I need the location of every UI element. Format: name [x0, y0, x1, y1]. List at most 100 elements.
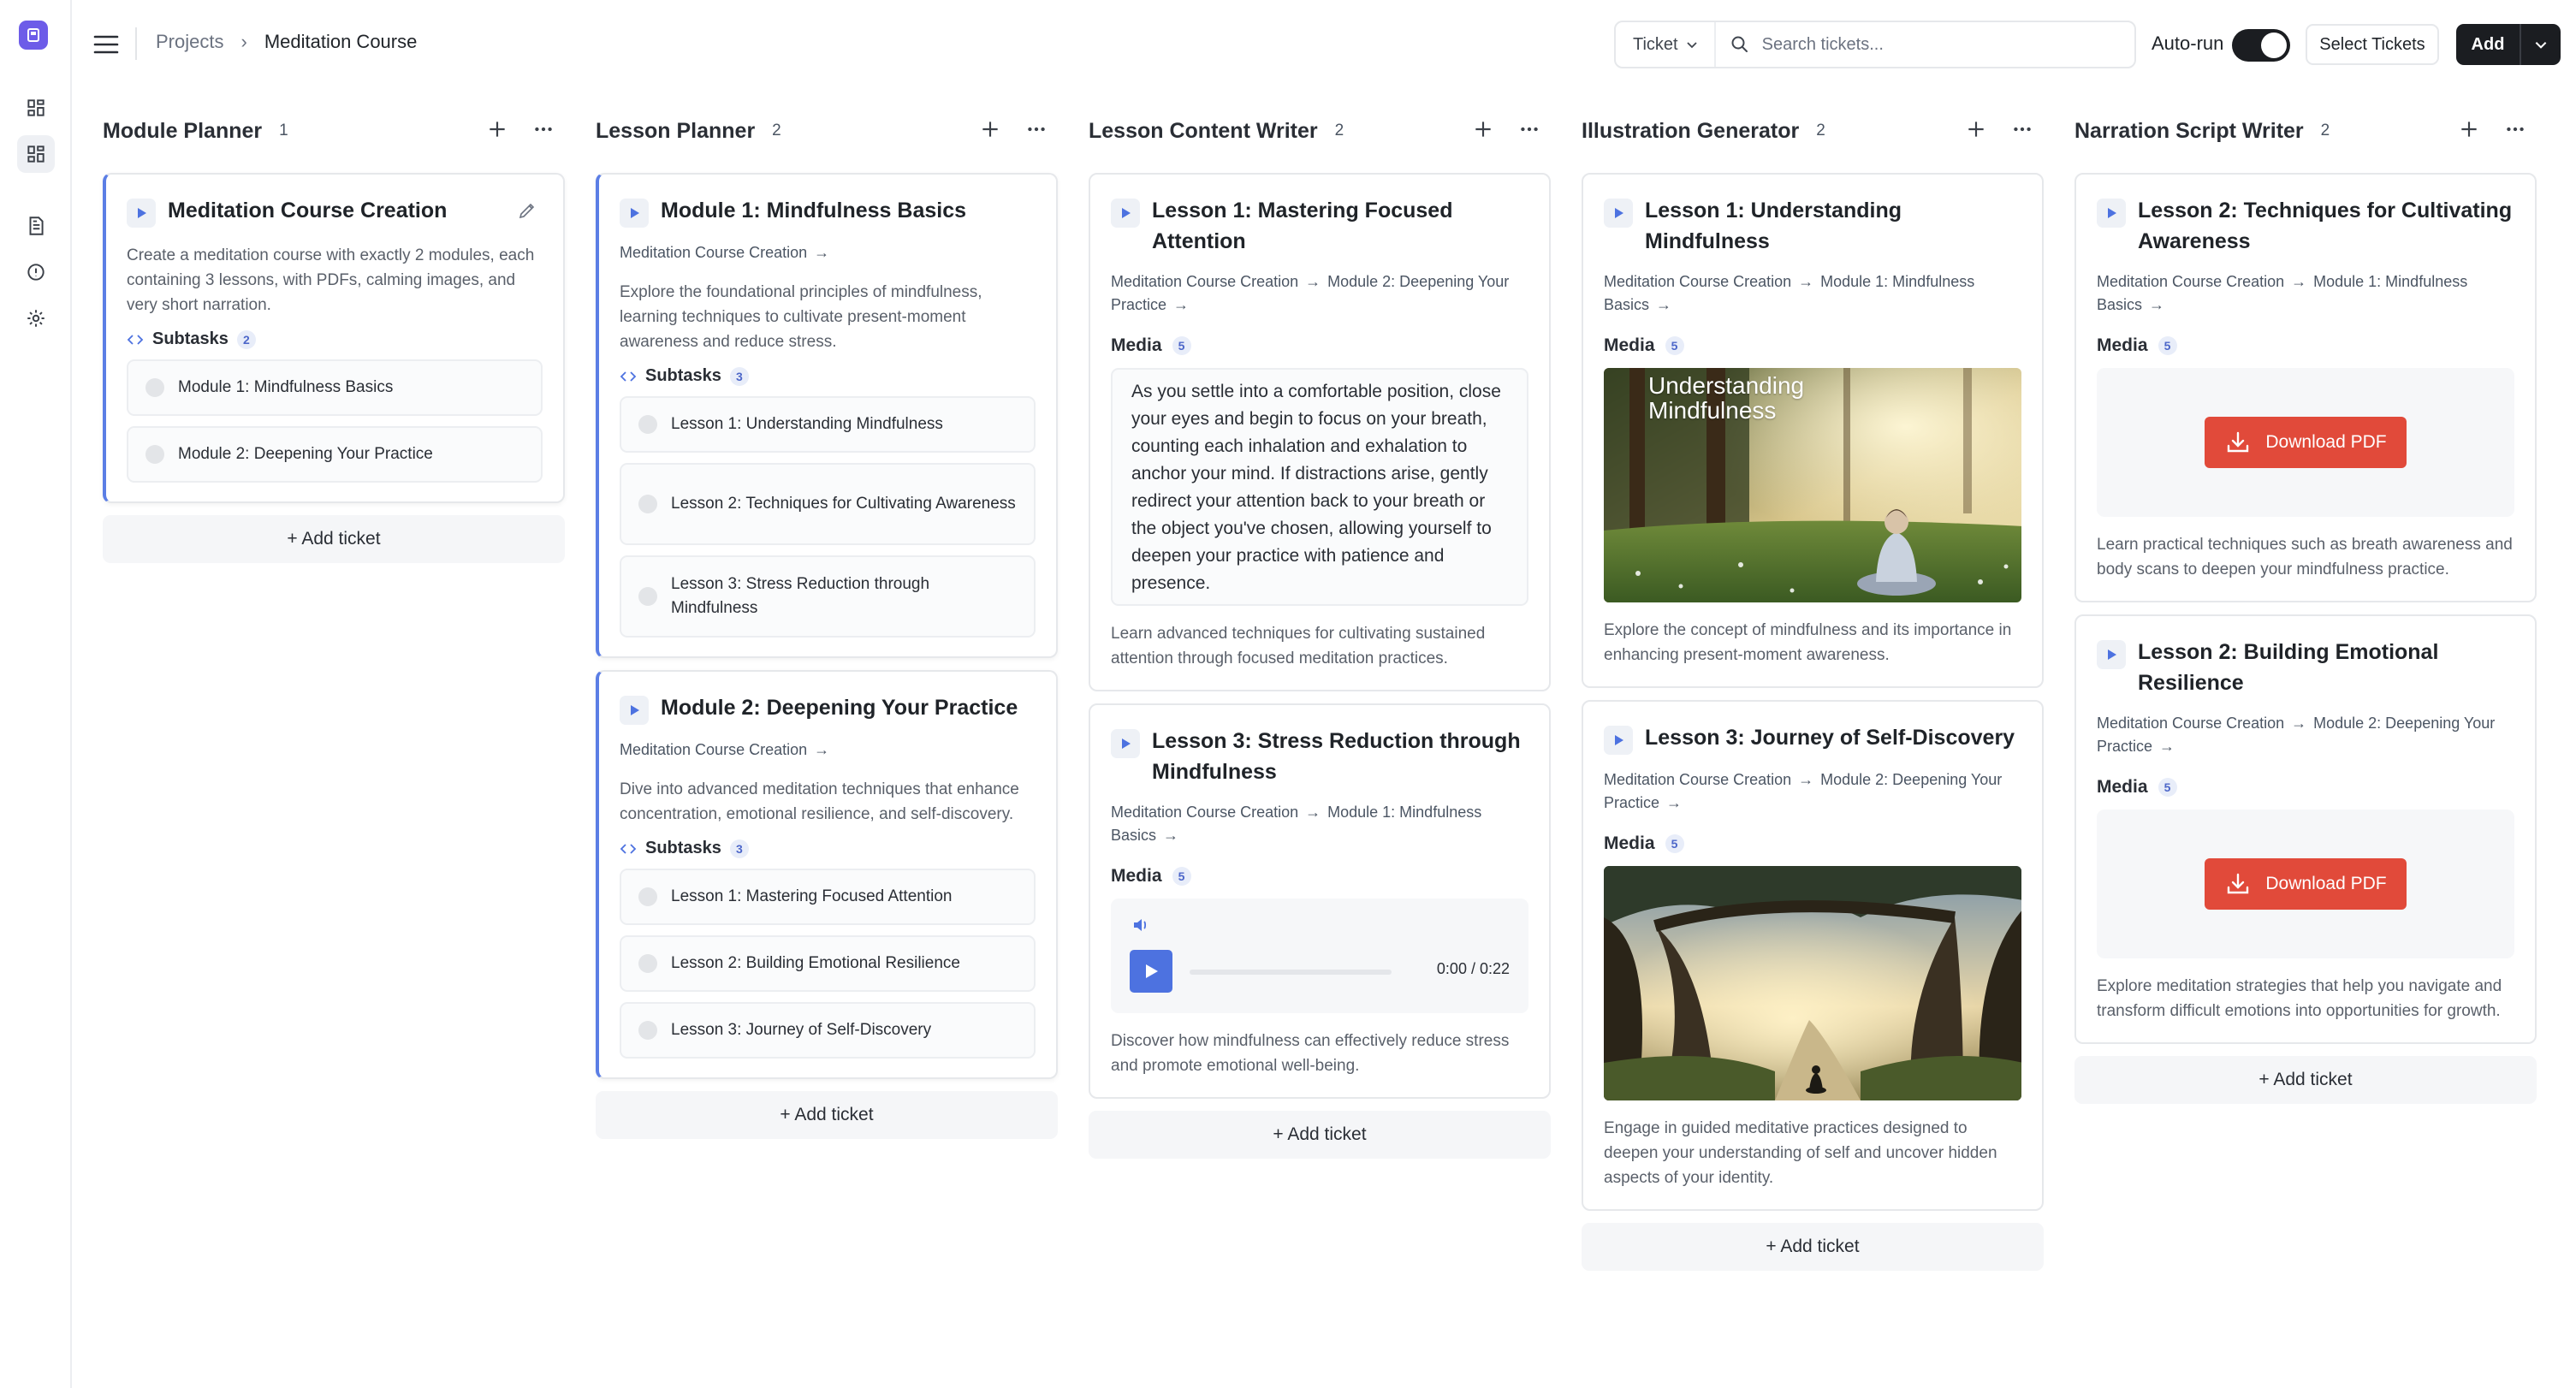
status-circle-icon	[638, 495, 657, 513]
lesson-text-content[interactable]: As you settle into a comfortable positio…	[1111, 368, 1528, 606]
path-segment[interactable]: Meditation Course Creation	[2097, 273, 2284, 290]
volume-icon[interactable]	[1131, 916, 1150, 934]
subtasks-header[interactable]: Subtasks 3	[620, 366, 1036, 386]
path-segment[interactable]: Meditation Course Creation	[620, 741, 807, 758]
ticket-card[interactable]: Lesson 1: Mastering Focused Attention Me…	[1089, 173, 1551, 691]
breadcrumb-projects[interactable]: Projects	[156, 31, 223, 53]
play-icon[interactable]	[2097, 640, 2126, 669]
media-label: Media	[2097, 777, 2148, 797]
card-title: Meditation Course Creation	[168, 199, 448, 222]
add-plus-icon[interactable]	[977, 116, 1003, 142]
generated-image-forest-path[interactable]	[1604, 866, 2021, 1100]
subtask-item[interactable]: Lesson 1: Understanding Mindfulness	[620, 396, 1036, 453]
arrow-right-icon: →	[1305, 273, 1321, 290]
ticket-card[interactable]: Module 1: Mindfulness Basics Meditation …	[596, 173, 1058, 658]
subtask-item[interactable]: Lesson 1: Mastering Focused Attention	[620, 869, 1036, 925]
autorun-toggle[interactable]	[2232, 29, 2290, 62]
ticket-type-select[interactable]: Ticket	[1616, 22, 1716, 67]
status-circle-icon	[638, 1021, 657, 1040]
subtask-item[interactable]: Lesson 3: Journey of Self-Discovery	[620, 1002, 1036, 1059]
generated-image-meadow[interactable]: Understanding Mindfulness	[1604, 368, 2021, 602]
ticket-card[interactable]: Lesson 3: Stress Reduction through Mindf…	[1089, 703, 1551, 1099]
path-segment[interactable]: Meditation Course Creation	[620, 244, 807, 261]
subtask-item[interactable]: Lesson 2: Building Emotional Resilience	[620, 935, 1036, 992]
add-ticket-button[interactable]: + Add ticket	[103, 515, 565, 563]
subtasks-header[interactable]: Subtasks 3	[620, 839, 1036, 858]
app-logo-icon[interactable]	[19, 21, 48, 50]
select-tickets-button[interactable]: Select Tickets	[2306, 24, 2439, 65]
arrow-right-icon: →	[1173, 296, 1190, 313]
more-options-icon[interactable]	[2502, 116, 2528, 142]
add-button[interactable]: Add	[2456, 24, 2521, 65]
play-icon[interactable]	[620, 696, 649, 725]
card-path: Meditation Course Creation →	[620, 738, 1036, 762]
arrow-right-icon: →	[2291, 273, 2307, 290]
more-options-icon[interactable]	[1517, 116, 1542, 142]
document-nav-icon[interactable]	[17, 207, 55, 245]
board-nav-icon[interactable]	[17, 135, 55, 173]
pencil-edit-icon[interactable]	[517, 200, 539, 222]
arrow-right-icon: →	[1656, 296, 1672, 313]
pdf-preview: Download PDF	[2097, 368, 2514, 517]
subtasks-header[interactable]: Subtasks 2	[127, 329, 543, 349]
search-input[interactable]	[1761, 34, 2087, 55]
play-icon[interactable]	[1604, 726, 1633, 755]
audio-player: 0:00 / 0:22	[1111, 899, 1528, 1013]
ticket-card[interactable]: Lesson 3: Journey of Self-Discovery Medi…	[1582, 700, 2044, 1211]
code-brackets-icon	[620, 843, 637, 854]
media-label: Media	[1604, 335, 1655, 355]
dashboard-nav-icon[interactable]	[17, 89, 55, 127]
add-ticket-button[interactable]: + Add ticket	[596, 1091, 1058, 1139]
column-count: 1	[279, 122, 288, 139]
card-path: Meditation Course Creation → Module 2: Dee…	[1604, 768, 2021, 815]
info-nav-icon[interactable]	[17, 253, 55, 291]
play-icon[interactable]	[620, 199, 649, 228]
subtask-label: Lesson 3: Journey of Self-Discovery	[671, 1021, 932, 1039]
search-area	[1716, 34, 2134, 55]
card-title: Lesson 2: Building Emotional Resilience	[2138, 640, 2439, 695]
subtask-item[interactable]: Module 1: Mindfulness Basics	[127, 359, 543, 416]
path-segment[interactable]: Meditation Course Creation	[1604, 273, 1791, 290]
add-plus-icon[interactable]	[1963, 116, 1989, 142]
path-segment[interactable]: Meditation Course Creation	[1111, 804, 1298, 821]
hamburger-menu-icon[interactable]	[89, 27, 123, 62]
card-title: Lesson 1: Mastering Focused Attention	[1152, 199, 1453, 253]
add-plus-icon[interactable]	[2456, 116, 2482, 142]
more-options-icon[interactable]	[1024, 116, 1049, 142]
media-header: Media 5	[2097, 777, 2514, 798]
download-pdf-button[interactable]: Download PDF	[2205, 858, 2407, 910]
subtask-item[interactable]: Lesson 2: Techniques for Cultivating Awa…	[620, 463, 1036, 545]
play-icon[interactable]	[2097, 199, 2126, 228]
add-dropdown-chevron-icon[interactable]	[2521, 24, 2561, 65]
ticket-card[interactable]: Module 2: Deepening Your Practice Medita…	[596, 670, 1058, 1079]
settings-gear-icon[interactable]	[17, 300, 55, 337]
download-pdf-button[interactable]: Download PDF	[2205, 417, 2407, 468]
ticket-card[interactable]: Meditation Course Creation Create a medi…	[103, 173, 565, 503]
play-icon[interactable]	[1111, 729, 1140, 758]
path-segment[interactable]: Meditation Course Creation	[1111, 273, 1298, 290]
more-options-icon[interactable]	[2009, 116, 2035, 142]
more-options-icon[interactable]	[531, 116, 556, 142]
status-circle-icon	[638, 887, 657, 906]
ticket-card[interactable]: Lesson 2: Techniques for Cultivating Awa…	[2074, 173, 2537, 602]
subtask-item[interactable]: Lesson 3: Stress Reduction through Mindf…	[620, 555, 1036, 638]
path-segment[interactable]: Meditation Course Creation	[1604, 771, 1791, 788]
add-plus-icon[interactable]	[1470, 116, 1496, 142]
add-ticket-button[interactable]: + Add ticket	[1582, 1223, 2044, 1271]
add-ticket-button[interactable]: + Add ticket	[1089, 1111, 1551, 1159]
audio-progress-track[interactable]	[1190, 970, 1392, 975]
play-icon[interactable]	[127, 199, 156, 228]
path-segment[interactable]: Meditation Course Creation	[2097, 715, 2284, 732]
subtask-item[interactable]: Module 2: Deepening Your Practice	[127, 426, 543, 483]
media-header: Media 5	[2097, 335, 2514, 356]
add-ticket-button[interactable]: + Add ticket	[2074, 1056, 2537, 1104]
play-icon[interactable]	[1111, 199, 1140, 228]
add-plus-icon[interactable]	[484, 116, 510, 142]
ticket-card[interactable]: Lesson 1: Understanding Mindfulness Medi…	[1582, 173, 2044, 688]
play-icon[interactable]	[1604, 199, 1633, 228]
card-title: Lesson 2: Techniques for Cultivating Awa…	[2138, 199, 2513, 253]
ticket-card[interactable]: Lesson 2: Building Emotional Resilience …	[2074, 614, 2537, 1044]
audio-play-button[interactable]	[1130, 950, 1172, 993]
status-circle-icon	[638, 587, 657, 606]
chevron-down-icon	[1686, 42, 1697, 49]
